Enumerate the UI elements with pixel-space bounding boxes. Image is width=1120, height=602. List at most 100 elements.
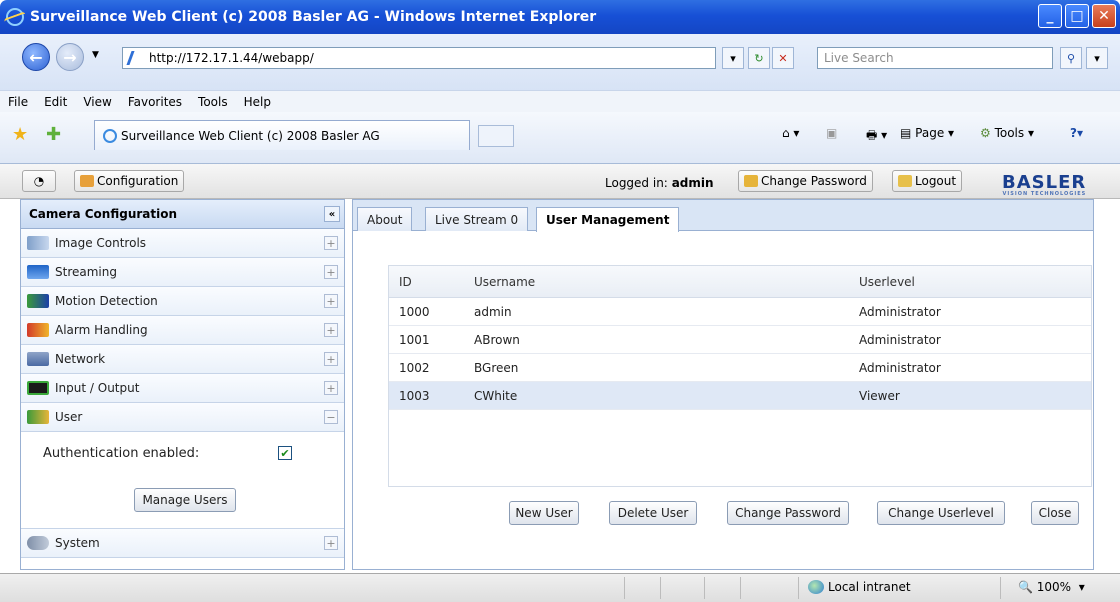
history-dropdown-icon[interactable]: ▼ [92,50,99,60]
table-row[interactable]: 1001 ABrown Administrator [389,326,1091,354]
authentication-checkbox[interactable]: ✔ [278,446,292,460]
collapse-icon[interactable]: − [324,410,338,424]
table-row-selected[interactable]: 1003 CWhite Viewer [389,382,1091,410]
expand-icon[interactable]: + [324,294,338,308]
back-button[interactable]: ← [22,43,50,71]
expand-icon[interactable]: + [324,381,338,395]
configuration-button[interactable]: Configuration [74,170,185,192]
table-header: ID Username Userlevel [389,266,1091,298]
search-icon[interactable]: ⚲ [1060,47,1082,69]
cell-userlevel: Administrator [859,304,941,319]
input-output-icon [27,381,49,395]
motion-detection-icon [27,294,49,308]
sidebar-item-input-output[interactable]: Input / Output + [21,374,344,403]
address-dropdown-button[interactable]: ▾ [722,47,744,69]
user-settings-panel: Authentication enabled: ✔ Manage Users [21,432,344,529]
status-bar: Local intranet 🔍 100% ▾ [0,573,1120,602]
tab-user-management[interactable]: User Management [536,207,680,232]
feeds-icon[interactable]: ▣ [826,126,837,140]
tab-live-stream[interactable]: Live Stream 0 [425,207,529,231]
menu-help[interactable]: Help [244,95,271,109]
app-toolbar: ◔ Configuration Logged in: admin Change … [0,164,1120,199]
tab-strip: About Live Stream 0 User Management [353,200,1093,232]
logged-in-user: admin [671,176,714,190]
stop-icon[interactable]: ✕ [772,47,794,69]
zoom-level[interactable]: 🔍 100% ▾ [1018,580,1085,594]
new-tab-button[interactable] [478,125,514,147]
sidebar-item-network[interactable]: Network + [21,345,344,374]
menu-favorites[interactable]: Favorites [128,95,182,109]
sidebar-item-streaming[interactable]: Streaming + [21,258,344,287]
refresh-icon[interactable]: ↻ [748,47,770,69]
delete-user-button[interactable]: Delete User [609,501,697,525]
forward-button[interactable]: → [56,43,84,71]
close-button[interactable]: Close [1031,501,1079,525]
security-zone[interactable]: Local intranet [808,580,911,594]
search-options-button[interactable]: ▾ [1086,47,1108,69]
sidebar-item-alarm-handling[interactable]: Alarm Handling + [21,316,344,345]
page-icon [126,51,146,65]
menu-file[interactable]: File [8,95,28,109]
cell-username: ABrown [474,332,520,347]
basler-logo: BASLER VISION TECHNOLOGIES [1002,172,1086,197]
sidebar-title: Camera Configuration [29,207,178,221]
column-userlevel[interactable]: Userlevel [849,275,1069,289]
collapse-sidebar-button[interactable]: « [324,206,340,222]
main-panel: About Live Stream 0 User Management ID U… [352,199,1094,570]
expand-icon[interactable]: + [324,265,338,279]
logged-in-status: Logged in: admin [605,176,714,190]
tab-about[interactable]: About [357,207,413,231]
status-divider [798,577,799,599]
internet-explorer-icon [103,128,117,143]
home-icon[interactable]: ⌂ ▾ [782,126,799,140]
logged-in-label: Logged in: [605,176,668,190]
sidebar-item-motion-detection[interactable]: Motion Detection + [21,287,344,316]
menu-view[interactable]: View [83,95,111,109]
close-window-button[interactable]: ✕ [1092,4,1116,28]
zoom-value: 100% [1036,580,1072,594]
magnifier-icon: 🔍 [1018,580,1033,594]
minimize-button[interactable]: _ [1038,4,1062,28]
change-password-button[interactable]: Change Password [727,501,849,525]
search-input[interactable]: Live Search [817,47,1053,69]
add-favorites-icon[interactable]: ✚ [46,124,61,145]
expand-icon[interactable]: + [324,536,338,550]
logout-button[interactable]: Logout [892,170,963,192]
sidebar-item-system[interactable]: System + [21,529,344,558]
status-divider [740,577,741,599]
expand-icon[interactable]: + [324,323,338,337]
print-icon[interactable]: 🖶 ▾ [866,126,887,147]
sidebar-item-image-controls[interactable]: Image Controls + [21,229,344,258]
menu-edit[interactable]: Edit [44,95,67,109]
table-row[interactable]: 1002 BGreen Administrator [389,354,1091,382]
change-userlevel-button[interactable]: Change Userlevel [877,501,1005,525]
cell-username: BGreen [474,360,519,375]
menu-tools[interactable]: Tools [198,95,228,109]
status-divider [624,577,625,599]
logo-subtext: VISION TECHNOLOGIES [1002,191,1087,197]
manage-users-button[interactable]: Manage Users [134,488,236,512]
column-id[interactable]: ID [389,275,464,289]
help-icon[interactable]: ?▾ [1070,126,1083,140]
camera-icon[interactable]: ◔ [22,170,56,192]
authentication-label: Authentication enabled: [43,446,200,461]
sidebar-item-user[interactable]: User − [21,403,344,432]
favorites-star-icon[interactable]: ★ [12,124,28,145]
expand-icon[interactable]: + [324,236,338,250]
column-username[interactable]: Username [464,275,849,289]
change-password-toolbar-button[interactable]: Change Password [738,170,873,192]
page-menu-button[interactable]: ▤ Page ▾ [900,126,954,140]
address-input[interactable]: http://172.17.1.44/webapp/ [122,47,716,69]
status-divider [1000,577,1001,599]
new-user-button[interactable]: New User [509,501,579,525]
expand-icon[interactable]: + [324,352,338,366]
browser-tab[interactable]: Surveillance Web Client (c) 2008 Basler … [94,120,470,150]
tools-menu-button[interactable]: ⚙ Tools ▾ [980,126,1034,140]
alarm-clock-icon [27,323,49,337]
status-divider [660,577,661,599]
maximize-button[interactable]: □ [1065,4,1089,28]
camera-configuration-panel: Camera Configuration « Image Controls + … [20,199,345,570]
logout-label: Logout [915,174,957,188]
cell-id: 1001 [399,332,430,347]
table-row[interactable]: 1000 admin Administrator [389,298,1091,326]
